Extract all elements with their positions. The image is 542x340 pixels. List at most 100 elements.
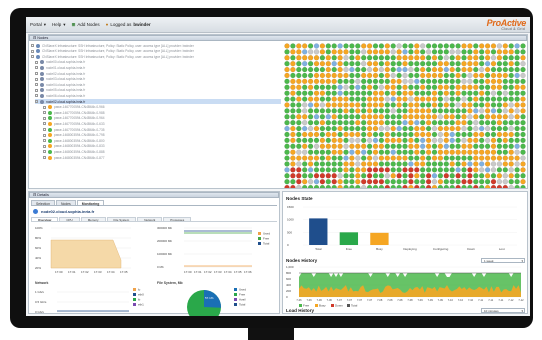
tree-node-row[interactable]: pawe-1467700594-CN4B64b-0-966 [43, 105, 281, 110]
nodes-history-range-select[interactable]: 1 week ▾ [481, 258, 525, 263]
subtab-network[interactable]: Network [137, 217, 163, 222]
details-panel-header[interactable]: ⊟ Details [29, 192, 279, 198]
node-cell [343, 102, 349, 108]
node-cell [520, 90, 526, 96]
node-cell [443, 120, 449, 126]
node-cell [467, 90, 473, 96]
expand-icon[interactable] [31, 55, 34, 59]
node-cell [384, 155, 390, 161]
node-cell [490, 184, 497, 188]
expand-icon[interactable] [43, 105, 46, 109]
node-cell [390, 114, 396, 120]
tab-selection[interactable]: Selection [31, 200, 55, 206]
expand-icon[interactable] [43, 144, 46, 148]
tree-host-row[interactable]: node02.cloud.sophia.inria.fr [35, 71, 281, 76]
expand-icon[interactable] [35, 77, 38, 81]
node-cell [420, 114, 426, 120]
expand-icon[interactable] [35, 66, 38, 70]
expand-icon[interactable] [43, 150, 46, 154]
node-cell [372, 155, 379, 161]
node-cell [355, 84, 361, 90]
history-tick-label: 600 [286, 277, 291, 281]
help-menu[interactable]: Help ▾ [52, 22, 66, 28]
subtab-processes[interactable]: Processes [163, 217, 192, 222]
node-cell [331, 84, 337, 90]
tree-host-row-selected[interactable]: node02.cloud.sophia.inria.fr [35, 99, 281, 104]
tree-node-row[interactable]: pawe-1468003594-CN4B64b-0-888 [43, 149, 281, 154]
node-cell [431, 114, 438, 120]
node-cell [402, 167, 408, 173]
tree-node-row[interactable]: pawe-1467700594-CN4B64b-0-964 [43, 116, 281, 121]
node-cell [331, 66, 337, 73]
node-cell [502, 72, 508, 79]
expand-icon[interactable] [35, 83, 38, 87]
tab-nodes[interactable]: Nodes [55, 200, 76, 206]
expand-icon[interactable] [35, 60, 38, 64]
node-cell [473, 43, 479, 49]
tree-node-row[interactable]: pawe-1467700594-CN4B64b-0-988 [43, 110, 281, 115]
node-cell [461, 173, 467, 179]
node-cell [390, 155, 396, 161]
tree-node-row[interactable]: pawe-1468003594-CN4B64b-0-798 [43, 133, 281, 138]
expand-icon[interactable] [43, 133, 46, 137]
node-cell [366, 155, 373, 161]
history-x-label: 7-10 [458, 298, 464, 302]
tree-host-row[interactable]: node00.cloud.sophia.inria.fr [35, 60, 281, 65]
expand-icon[interactable] [43, 156, 46, 159]
node-cell [355, 179, 361, 185]
tree-node-row[interactable]: pawe-1468003594-CN4B64b-0-833 [43, 144, 281, 149]
tree-node-row[interactable]: pawe-1467700594-CN4B64b-0-735 [43, 127, 281, 132]
node-cell [290, 43, 296, 49]
expand-icon[interactable] [35, 100, 38, 103]
node-cell [319, 114, 326, 120]
subtab-memory[interactable]: Memory [80, 217, 106, 222]
add-nodes-button[interactable]: ⊞ Add Nodes [72, 22, 100, 28]
tree-source-row[interactable]: CNSlaveX Infrastructure: SSH Infrastruct… [31, 49, 281, 54]
node-cell [325, 78, 331, 85]
expand-icon[interactable] [43, 122, 46, 126]
tab-monitoring[interactable]: Monitoring [76, 200, 105, 206]
node-cell [378, 84, 385, 90]
expand-icon[interactable] [43, 111, 46, 115]
tree-node-row[interactable]: pawe-1468003594-CN4B64b-0-800 [43, 138, 281, 143]
subtab-cpu[interactable]: CPU [59, 217, 80, 222]
expand-icon[interactable] [43, 128, 46, 131]
history-x-label: 7-08 [387, 298, 393, 302]
portal-menu[interactable]: Portal ▾ [30, 22, 46, 28]
nodes-panel-header[interactable]: ⊟ Nodes [29, 35, 527, 41]
tree-source-row[interactable]: CNSlaveX Infrastructure: SSH Infrastruct… [31, 43, 281, 48]
tree-node-row[interactable]: pawe-1468003594-CN4B64b-0-877 [43, 155, 281, 160]
expand-icon[interactable] [31, 44, 34, 47]
load-history-range-select[interactable]: 10 minutes ▾ [481, 308, 525, 313]
node-cell [484, 161, 491, 167]
expand-icon[interactable] [35, 94, 38, 98]
expand-icon[interactable] [35, 88, 38, 92]
tree-source-row[interactable]: CNSlaveX Infrastructure: SSH Infrastruct… [31, 54, 281, 59]
node-cell [302, 137, 308, 144]
node-status-icon [48, 133, 52, 138]
tree-host-row[interactable]: node04.cloud.sophia.inria.fr [35, 82, 281, 87]
node-cell [349, 72, 355, 79]
subtab-file-system[interactable]: File System [106, 217, 137, 222]
tree-host-row[interactable]: node05.cloud.sophia.inria.fr [35, 88, 281, 93]
node-cell [331, 114, 337, 120]
node-cell [455, 125, 461, 132]
tree-host-row[interactable]: node06.cloud.sophia.inria.fr [35, 93, 281, 98]
tree-host-row[interactable]: node01.cloud.sophia.inria.fr [35, 65, 281, 70]
logged-as-button[interactable]: ● Logged as bwinder [106, 22, 151, 27]
screen: Portal ▾ Help ▾ ⊞ Add Nodes ● Logged as bwind… [26, 17, 530, 316]
expand-icon[interactable] [43, 139, 46, 143]
cpu-tick-label: 100% [35, 226, 43, 230]
overview-charts-svg: 100%80%60%40%20%17:30 17:31 17:32 17:33 17:3… [35, 226, 270, 316]
expand-icon[interactable] [43, 116, 46, 120]
tree-host-row[interactable]: node03.cloud.sophia.inria.fr [35, 77, 281, 82]
node-cell [425, 49, 432, 55]
expand-icon[interactable] [35, 72, 38, 75]
expand-icon[interactable] [31, 49, 34, 53]
subtab-overview[interactable]: Overview [31, 217, 59, 222]
state-category-label: Deploying [403, 247, 417, 251]
node-cell [384, 167, 390, 173]
tree-node-row[interactable]: pawe-1467700594-CN4B64b-0-633 [43, 121, 281, 126]
node-cell [372, 161, 379, 167]
node-cell [455, 155, 461, 161]
